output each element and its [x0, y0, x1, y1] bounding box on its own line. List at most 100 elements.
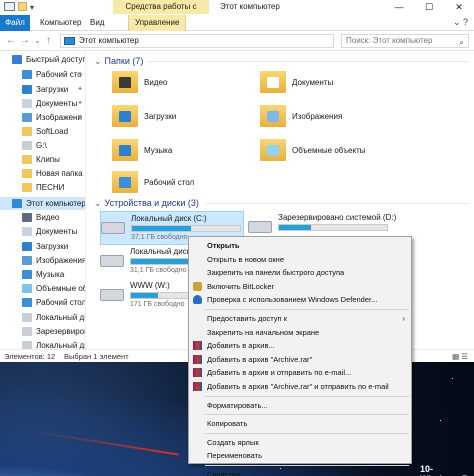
sidebar-item[interactable]: Рабочий сто ✦ [0, 68, 85, 81]
context-menu-item[interactable]: Закрепить на панели быстрого доступа [189, 266, 411, 279]
folder-item[interactable]: Изображения [248, 101, 398, 135]
sidebar-item[interactable]: Рабочий стол [0, 296, 85, 309]
context-menu-item[interactable]: Закрепить на начальном экране [189, 326, 411, 339]
winrar-icon [193, 382, 202, 391]
sidebar-item[interactable]: SoftLoad [0, 125, 85, 138]
sidebar-item[interactable]: Видео [0, 211, 85, 224]
sidebar-item[interactable]: Изображени ✦ [0, 111, 85, 124]
sidebar-item-icon [22, 183, 32, 192]
pin-icon[interactable]: ✦ [77, 68, 83, 81]
sidebar-item-icon [22, 341, 32, 349]
sidebar-item[interactable]: Документы ✦ [0, 97, 85, 110]
sidebar-item[interactable]: Музыка [0, 268, 85, 281]
context-menu-item[interactable]: Проверка с использованием Windows Defend… [189, 293, 411, 306]
menu-separator [205, 465, 409, 466]
folder-item[interactable]: Рабочий стол [100, 167, 250, 201]
sidebar-item[interactable]: G:\ [0, 139, 85, 152]
winrar-icon [193, 354, 202, 364]
properties-quick-icon[interactable] [4, 2, 15, 11]
sidebar-item-icon [22, 213, 32, 222]
pin-icon[interactable]: ✦ [77, 83, 83, 96]
context-menu-item[interactable]: Свойства [189, 468, 411, 476]
context-tab-header: Средства работы с дисками [113, 0, 209, 25]
folders-section-header[interactable]: ⌄ Папки (7) [94, 55, 143, 67]
star [280, 468, 281, 469]
sidebar-item[interactable]: Новая папка [0, 167, 85, 180]
maximize-button[interactable]: ☐ [414, 0, 444, 14]
sidebar-item[interactable]: Локальный ди [0, 339, 85, 349]
address-box[interactable]: Этот компьютер [60, 34, 334, 48]
navigation-pane: Быстрый доступ Рабочий сто ✦ Загрузки ✦ Докум… [0, 51, 86, 349]
sidebar-item-label: Документы [36, 99, 78, 108]
recent-dropdown-icon[interactable]: ⌄ [34, 36, 41, 45]
context-menu-item[interactable]: Включить BitLocker [189, 280, 411, 293]
address-bar-row: ← → ⌄ ↑ Этот компьютер Поиск: Этот компь… [0, 31, 474, 51]
new-folder-quick-icon[interactable] [18, 2, 27, 11]
minimize-button[interactable]: — [384, 0, 414, 14]
context-menu-item[interactable]: Добавить в архив "Archive.rar" и отправи… [189, 380, 411, 393]
video-folder-icon [112, 71, 138, 93]
title-bar: ▾ Средства работы с дисками Этот компьют… [0, 0, 474, 25]
folder-item[interactable]: Музыка [100, 135, 250, 169]
drive-icon [100, 289, 124, 301]
context-menu-item[interactable]: Открыть в новом окне [189, 253, 411, 266]
drive-free-space: 31,1 ГБ свободно [130, 267, 187, 274]
sidebar-item-label: Клипы [36, 155, 60, 164]
tab-computer[interactable]: Компьютер [34, 15, 87, 31]
sidebar-item[interactable]: Клипы [0, 153, 85, 166]
sidebar-item-label: Рабочий сто [36, 70, 82, 79]
folder-item[interactable]: Загрузки [100, 101, 250, 135]
star [380, 440, 381, 441]
tab-file[interactable]: Файл [0, 15, 30, 31]
search-input[interactable]: Поиск: Этот компьютер ⌕ [341, 34, 469, 48]
menu-item-label: Копировать [207, 419, 248, 429]
sidebar-item[interactable]: Объемные объ [0, 282, 85, 295]
pin-icon[interactable]: ✦ [77, 97, 83, 110]
sidebar-item[interactable]: Изображения [0, 254, 85, 267]
tab-view[interactable]: Вид [84, 15, 110, 31]
folder-label: Документы [292, 78, 334, 87]
drives-section-header[interactable]: ⌄ Устройства и диски (3) [94, 197, 199, 209]
ribbon-expand-help-icons[interactable]: ⌄ ? [453, 17, 468, 28]
sidebar-item[interactable]: Загрузки [0, 240, 85, 253]
drive-windows-icon [101, 222, 125, 234]
sidebar-item-label: Новая папка [36, 169, 83, 178]
sidebar-item[interactable]: Документы [0, 225, 85, 238]
context-menu-item[interactable]: Добавить в архив и отправить по e-mail..… [189, 366, 411, 379]
folder-item[interactable]: Документы [248, 67, 398, 101]
sidebar-item-icon [22, 169, 32, 178]
search-icon[interactable]: ⌕ [459, 36, 464, 48]
sidebar-item[interactable]: Загрузки ✦ [0, 83, 85, 96]
sidebar-item[interactable]: Локальный ди [0, 311, 85, 324]
sidebar-item-label: SoftLoad [36, 127, 69, 136]
up-arrow-icon[interactable]: ↑ [46, 35, 51, 46]
context-menu-item[interactable]: Предоставить доступ к › [189, 312, 411, 325]
context-menu-item[interactable]: Добавить в архив... [189, 339, 411, 352]
forward-arrow-icon[interactable]: → [20, 35, 30, 46]
folder-item[interactable]: Объемные объекты [248, 135, 398, 169]
star [350, 372, 351, 373]
watermark: 10-Windows.Ru [420, 464, 474, 476]
close-button[interactable]: ✕ [444, 0, 474, 14]
sidebar-item[interactable]: Быстрый доступ [0, 53, 85, 66]
context-menu-item[interactable]: Добавить в архив "Archive.rar" [189, 353, 411, 366]
folder-item[interactable]: Видео [100, 67, 250, 101]
context-menu-item[interactable]: Копировать [189, 417, 411, 430]
tab-manage[interactable]: Управление [128, 15, 187, 31]
drive-name: Локальный диск (C:) [131, 214, 207, 223]
sidebar-item[interactable]: Зарезервирова [0, 325, 85, 338]
drive-name: WWW (W:) [130, 281, 170, 290]
context-menu-item[interactable]: Открыть [189, 239, 411, 252]
view-toggle-icons[interactable]: ▦ ☰ [452, 350, 468, 363]
back-arrow-icon[interactable]: ← [6, 35, 16, 46]
context-menu-item[interactable]: Переименовать [189, 449, 411, 462]
menu-item-label: Форматировать... [207, 400, 268, 410]
quick-access-dropdown-icon[interactable]: ▾ [30, 3, 34, 12]
sidebar-item[interactable]: ПЕСНИ [0, 181, 85, 194]
sidebar-item[interactable]: Этот компьютер [0, 197, 85, 210]
search-placeholder: Поиск: Этот компьютер [346, 36, 433, 45]
star [410, 395, 411, 396]
pin-icon[interactable]: ✦ [77, 111, 83, 124]
sidebar-item-icon [22, 70, 32, 79]
context-menu-item[interactable]: Создать ярлык [189, 436, 411, 449]
